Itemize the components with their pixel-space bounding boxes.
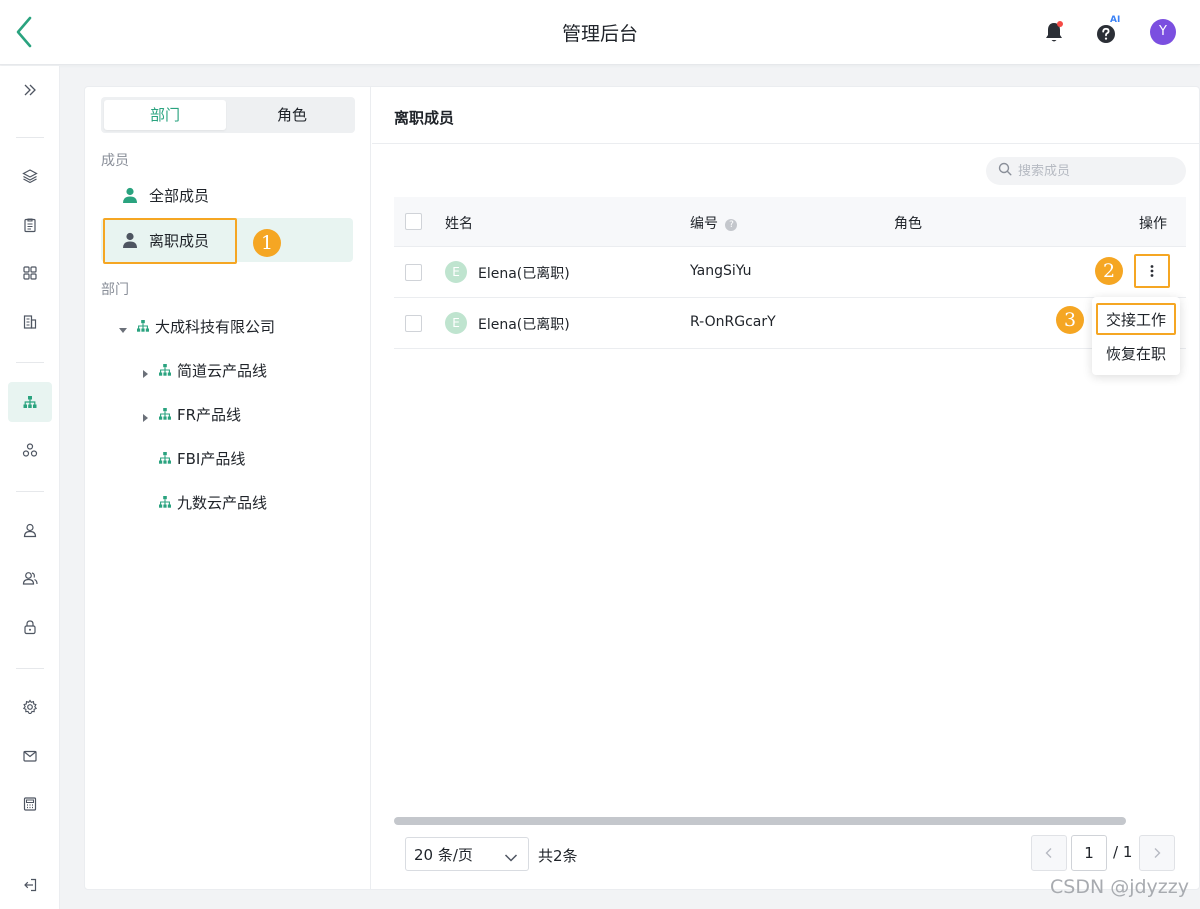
user-avatar[interactable]: Y xyxy=(1150,19,1176,45)
org-icon xyxy=(158,407,172,421)
org-chart-icon[interactable] xyxy=(8,382,52,422)
horizontal-scrollbar[interactable] xyxy=(394,817,1126,825)
expand-icon[interactable] xyxy=(8,70,52,110)
org-icon xyxy=(136,319,150,333)
departed-members-item[interactable]: 离职成员 xyxy=(101,218,353,262)
user-dark-icon xyxy=(119,229,141,251)
menu-item-restore[interactable]: 恢复在职 xyxy=(1096,339,1176,371)
main-panel: 部门 角色 成员 全部成员 离职成员 1 部门 大成科技有限公司 简道云产品线 … xyxy=(84,86,1200,890)
chevron-down-icon xyxy=(504,849,518,867)
logout-icon[interactable] xyxy=(8,865,52,905)
search-box[interactable] xyxy=(986,157,1186,185)
page-size-select[interactable]: 20 条/页 xyxy=(405,837,529,871)
members-section-label: 成员 xyxy=(101,153,129,169)
org-icon xyxy=(158,451,172,465)
next-page-button[interactable] xyxy=(1139,835,1175,871)
all-members-label: 全部成员 xyxy=(149,186,210,205)
tree-label: FBI产品线 xyxy=(177,449,246,468)
step-3-badge: 3 xyxy=(1056,306,1084,334)
chevron-left-icon xyxy=(1045,848,1052,858)
member-avatar: E xyxy=(445,261,467,283)
member-id: R-OnRGcarY xyxy=(690,314,776,330)
tab-switch: 部门 角色 xyxy=(101,97,355,133)
tab-departments[interactable]: 部门 xyxy=(104,100,226,130)
column-id-label: 编号 xyxy=(690,216,718,232)
page-total: / 1 xyxy=(1113,843,1133,861)
column-name[interactable]: 姓名 xyxy=(445,213,473,233)
member-avatar: E xyxy=(445,312,467,334)
departments-section-label: 部门 xyxy=(101,282,129,298)
chevron-right-icon xyxy=(1154,848,1161,858)
menu-item-handover[interactable]: 交接工作 xyxy=(1096,303,1176,335)
tree-node-jiandaoyun[interactable]: 简道云产品线 xyxy=(140,355,267,385)
table-row[interactable]: E Elena(已离职) R-OnRGcarY 3 xyxy=(394,298,1186,349)
caret-right-icon[interactable] xyxy=(140,365,150,378)
settings-icon[interactable] xyxy=(8,687,52,727)
step-1-badge: 1 xyxy=(253,229,281,257)
users-icon[interactable] xyxy=(8,558,52,598)
actions-dropdown-menu: 交接工作 恢复在职 xyxy=(1092,297,1180,375)
column-actions: 操作 xyxy=(1139,216,1167,232)
lock-icon[interactable] xyxy=(8,607,52,647)
caret-down-icon[interactable] xyxy=(118,321,128,333)
column-role[interactable]: 角色 xyxy=(894,213,922,233)
prev-page-button[interactable] xyxy=(1031,835,1067,871)
member-name: Elena(已离职) xyxy=(478,317,570,333)
notification-bell-icon[interactable] xyxy=(1043,20,1065,44)
table-row[interactable]: E Elena(已离职) YangSiYu 2 xyxy=(394,247,1186,298)
help-circle-icon[interactable]: ? xyxy=(725,219,738,231)
tree-label: 大成科技有限公司 xyxy=(155,317,276,336)
more-actions-button[interactable] xyxy=(1134,254,1170,288)
select-all-checkbox[interactable] xyxy=(405,213,422,230)
members-pane: 离职成员 姓名 编号 ? 角色 操作 E Elena(已离职) YangSiYu… xyxy=(372,87,1200,889)
tree-label: FR产品线 xyxy=(177,405,242,424)
tree-node-company[interactable]: 大成科技有限公司 xyxy=(118,311,275,341)
all-members-item[interactable]: 全部成员 xyxy=(101,173,353,217)
grid-icon[interactable] xyxy=(8,253,52,293)
help-ai-icon[interactable]: AI xyxy=(1095,15,1121,46)
member-id: YangSiYu xyxy=(690,263,752,279)
tree-node-fbi[interactable]: FBI产品线 xyxy=(158,443,245,473)
departed-members-label: 离职成员 xyxy=(149,231,210,250)
top-header: 管理后台 AI Y xyxy=(0,0,1200,65)
member-name: Elena(已离职) xyxy=(478,266,570,282)
kebab-menu-icon xyxy=(1150,265,1154,277)
page-title: 管理后台 xyxy=(561,23,638,45)
org-icon xyxy=(158,363,172,377)
user-green-icon xyxy=(119,184,141,206)
org-sidebar: 部门 角色 成员 全部成员 离职成员 1 部门 大成科技有限公司 简道云产品线 … xyxy=(85,87,371,889)
search-icon xyxy=(998,162,1012,180)
page-size-value: 20 条/页 xyxy=(414,845,473,864)
mail-icon[interactable] xyxy=(8,736,52,776)
tab-roles[interactable]: 角色 xyxy=(231,100,353,130)
total-count: 共2条 xyxy=(538,847,578,865)
clipboard-icon[interactable] xyxy=(8,205,52,245)
tree-node-jiushuyun[interactable]: 九数云产品线 xyxy=(158,487,267,517)
building-icon[interactable] xyxy=(8,302,52,342)
calculator-icon[interactable] xyxy=(8,784,52,824)
left-nav-rail xyxy=(0,66,60,909)
connections-icon[interactable] xyxy=(8,430,52,470)
watermark: CSDN @jdyzzy xyxy=(1050,876,1189,898)
org-icon xyxy=(158,495,172,509)
user-icon[interactable] xyxy=(8,510,52,550)
ai-badge: AI xyxy=(1110,15,1121,25)
step-2-badge: 2 xyxy=(1095,257,1123,285)
tree-label: 九数云产品线 xyxy=(177,493,268,512)
caret-right-icon[interactable] xyxy=(140,409,150,422)
column-id[interactable]: 编号 ? xyxy=(690,213,738,233)
row-checkbox[interactable] xyxy=(405,264,422,281)
table-header: 姓名 编号 ? 角色 操作 xyxy=(394,197,1186,247)
tree-node-fr[interactable]: FR产品线 xyxy=(140,399,241,429)
layers-icon[interactable] xyxy=(8,156,52,196)
search-input[interactable] xyxy=(1018,163,1168,179)
section-title: 离职成员 xyxy=(394,109,455,127)
row-checkbox[interactable] xyxy=(405,315,422,332)
divider xyxy=(372,143,1200,144)
tree-label: 简道云产品线 xyxy=(177,361,268,380)
page-number-input[interactable]: 1 xyxy=(1071,835,1107,871)
